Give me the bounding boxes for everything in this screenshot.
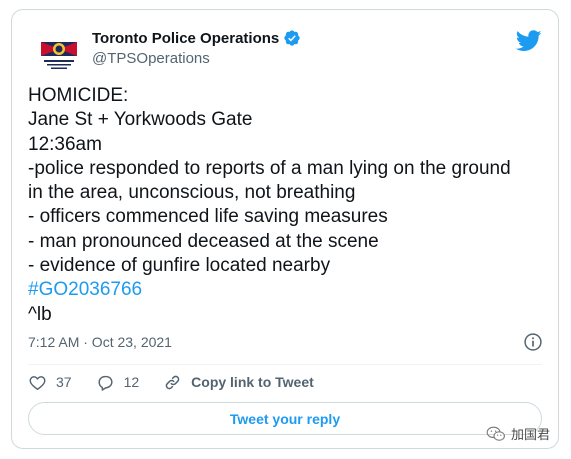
- info-icon[interactable]: [523, 332, 543, 352]
- tweet-your-reply-button[interactable]: Tweet your reply: [28, 402, 542, 435]
- tweet-line: in the area, unconscious, not breathing: [28, 182, 356, 204]
- tweet-text: HOMICIDE: Jane St + Yorkwoods Gate 12:36…: [28, 84, 548, 327]
- reply-count: 12: [123, 374, 140, 390]
- tweet-line: - man pronounced deceased at the scene: [28, 230, 379, 252]
- reply-bubble-icon: [98, 375, 113, 391]
- tweet-line: - officers commenced life saving measure…: [28, 206, 388, 228]
- wechat-icon: [486, 426, 505, 441]
- tweet-card: Toronto Police Operations @TPSOperations…: [11, 9, 559, 449]
- tweet-timestamp[interactable]: 7:12 AM · Oct 23, 2021: [28, 334, 172, 350]
- like-button[interactable]: 37: [28, 373, 72, 392]
- watermark-text: 加国君: [511, 427, 551, 442]
- tweet-line: 12:36am: [28, 133, 102, 155]
- copy-link-label: Copy link to Tweet: [191, 374, 314, 390]
- verified-badge-icon: [284, 30, 300, 46]
- hashtag-link[interactable]: #GO2036766: [28, 278, 548, 302]
- wechat-watermark: 加国君: [486, 424, 550, 443]
- reply-button[interactable]: 12: [96, 373, 140, 392]
- twitter-bird-icon[interactable]: [516, 30, 542, 52]
- avatar[interactable]: [35, 28, 83, 76]
- tweet-line: -police responded to reports of a man ly…: [28, 157, 511, 179]
- copy-link-button[interactable]: Copy link to Tweet: [163, 373, 314, 392]
- author-name-row[interactable]: Toronto Police Operations: [92, 29, 301, 47]
- link-icon: [165, 375, 180, 389]
- divider: [28, 364, 542, 365]
- tweet-line: - evidence of gunfire located nearby: [28, 255, 331, 277]
- author-display-name[interactable]: Toronto Police Operations: [92, 30, 279, 47]
- author-handle[interactable]: @TPSOperations: [92, 50, 210, 67]
- like-count: 37: [56, 374, 72, 390]
- tweet-line: HOMICIDE:: [28, 85, 129, 106]
- heart-icon: [29, 375, 46, 390]
- toronto-police-logo-icon: [35, 28, 83, 76]
- tweet-line: Jane St + Yorkwoods Gate: [28, 109, 253, 131]
- tweet-signature: ^lb: [28, 303, 52, 325]
- tweet-actions: 37 12 Copy link to Tweet: [28, 371, 338, 393]
